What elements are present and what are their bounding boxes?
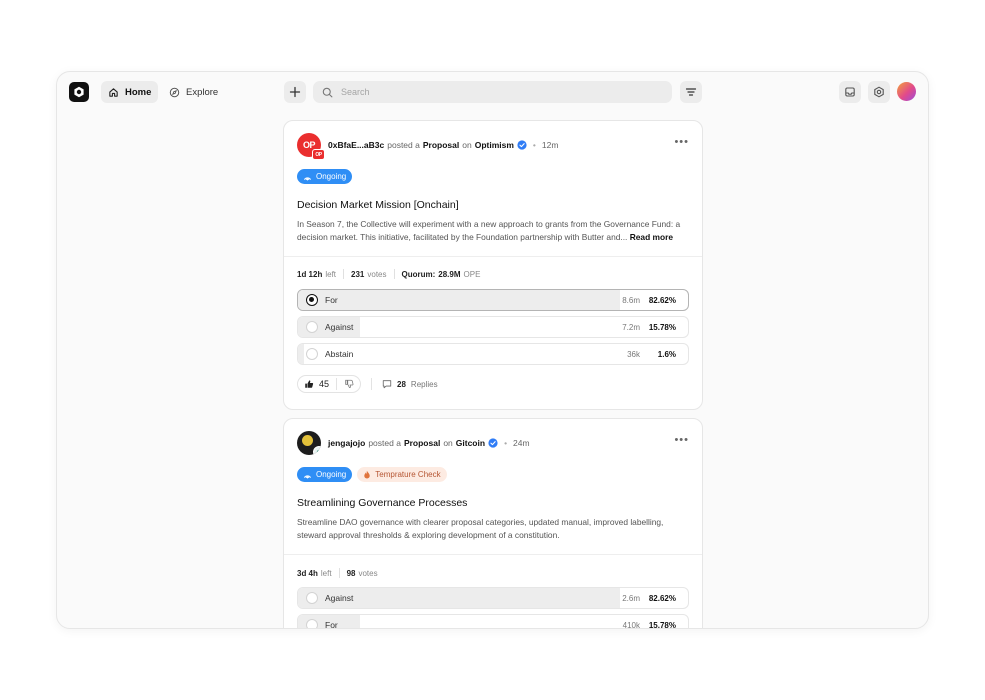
search-bar[interactable]: [313, 81, 672, 103]
author-name[interactable]: jengajojo: [328, 438, 365, 448]
vote-count: 98: [346, 568, 356, 578]
time-left: 1d 12h: [297, 269, 323, 279]
nav-home-label: Home: [125, 86, 152, 98]
vote-option-against[interactable]: Against 7.2m 15.78%: [297, 316, 689, 338]
status-badge-ongoing: Ongoing: [297, 169, 353, 184]
home-icon: [109, 87, 118, 97]
app-logo-icon[interactable]: [69, 82, 89, 102]
gitcoin-badge-icon: [313, 446, 321, 455]
status-badge-ongoing: Ongoing: [297, 467, 353, 482]
more-icon[interactable]: •••: [674, 137, 689, 148]
vote-count: 231: [351, 269, 365, 279]
vote-meta: 1d 12h left 231 votes Quorum: 28.9M OPE: [297, 269, 481, 279]
on-text: on: [462, 140, 472, 150]
vote-meta: 3d 4h left 98 votes: [297, 568, 378, 578]
radio[interactable]: [306, 592, 318, 604]
reactions-bar: 45 28 Replies: [297, 375, 438, 393]
post-description: In Season 7, the Collective will experim…: [297, 219, 681, 242]
status-badge-temperature: Temprature Check: [357, 467, 447, 482]
post-time: 12m: [541, 140, 559, 150]
org-badge: OP: [312, 149, 325, 160]
thumbs-up-icon[interactable]: [304, 379, 314, 389]
post-card: OP OP 0xBfaE...aB3c posted a Proposal on…: [283, 120, 703, 410]
compass-icon: [169, 87, 180, 97]
ongoing-icon: [303, 474, 312, 478]
like-count: 45: [319, 379, 330, 389]
nav-explore-button[interactable]: Explore: [162, 81, 225, 103]
vote-option-for[interactable]: For 8.6m 82.62%: [297, 289, 689, 311]
radio[interactable]: [306, 321, 318, 333]
org-name[interactable]: Optimism: [475, 140, 514, 150]
org-name[interactable]: Gitcoin: [456, 438, 485, 448]
divider: [284, 256, 702, 257]
more-icon[interactable]: •••: [674, 435, 689, 446]
post-type[interactable]: Proposal: [423, 140, 459, 150]
search-input[interactable]: [341, 87, 641, 97]
post-title[interactable]: Streamlining Governance Processes: [297, 497, 467, 509]
verified-icon: [517, 140, 527, 150]
create-button[interactable]: [284, 81, 306, 103]
comment-icon: [382, 380, 392, 389]
status-badges: Ongoing Temprature Check: [297, 467, 447, 482]
settings-icon: [874, 86, 884, 98]
verified-icon: [488, 438, 498, 448]
post-title[interactable]: Decision Market Mission [Onchain]: [297, 199, 459, 211]
post-type[interactable]: Proposal: [404, 438, 440, 448]
vote-option-against[interactable]: Against 2.6m 82.62%: [297, 587, 689, 609]
nav-home-button[interactable]: Home: [101, 81, 159, 103]
search-icon: [322, 87, 333, 97]
on-text: on: [443, 438, 453, 448]
inbox-button[interactable]: [839, 81, 861, 103]
filter-icon: [685, 88, 697, 96]
radio-selected[interactable]: [306, 294, 318, 306]
quorum-value: 28.9M: [438, 269, 461, 279]
replies-button[interactable]: 28 Replies: [382, 379, 438, 389]
posted-text: posted a: [387, 140, 420, 150]
filter-button[interactable]: [680, 81, 702, 103]
post-header: jengajojo posted a Proposal on Gitcoin •…: [297, 431, 689, 455]
radio[interactable]: [306, 348, 318, 360]
post-description: Streamline DAO governance with clearer p…: [297, 517, 664, 540]
post-card: jengajojo posted a Proposal on Gitcoin •…: [283, 418, 703, 628]
app-window: Home Explore OP OP 0xBfaE...aB3c posted …: [56, 71, 929, 629]
post-header: OP OP 0xBfaE...aB3c posted a Proposal on…: [297, 133, 689, 160]
settings-button[interactable]: [868, 81, 890, 103]
plus-icon: [289, 86, 301, 98]
radio[interactable]: [306, 619, 318, 628]
flame-icon: [364, 470, 370, 479]
vote-option-abstain[interactable]: Abstain 36k 1.6%: [297, 343, 689, 365]
vote-pill: 45: [297, 375, 362, 393]
author-name[interactable]: 0xBfaE...aB3c: [328, 140, 384, 150]
author-avatar[interactable]: OP OP: [297, 133, 325, 160]
inbox-icon: [845, 87, 855, 97]
thumbs-down-icon[interactable]: [344, 379, 354, 389]
time-left: 3d 4h: [297, 568, 318, 578]
posted-text: posted a: [368, 438, 401, 448]
reply-count: 28: [397, 379, 406, 389]
post-time: 24m: [513, 438, 530, 448]
vote-option-for[interactable]: For 410k 15.78%: [297, 614, 689, 628]
status-badges: Ongoing: [297, 169, 353, 184]
separator-dot: •: [504, 438, 508, 448]
separator-dot: •: [532, 140, 536, 150]
quorum-label: Quorum:: [401, 269, 436, 279]
author-avatar[interactable]: [297, 431, 321, 455]
user-avatar[interactable]: [897, 82, 916, 101]
read-more-link[interactable]: Read more: [630, 232, 673, 242]
ongoing-icon: [303, 176, 312, 180]
nav-explore-label: Explore: [186, 86, 219, 98]
divider: [284, 554, 702, 555]
